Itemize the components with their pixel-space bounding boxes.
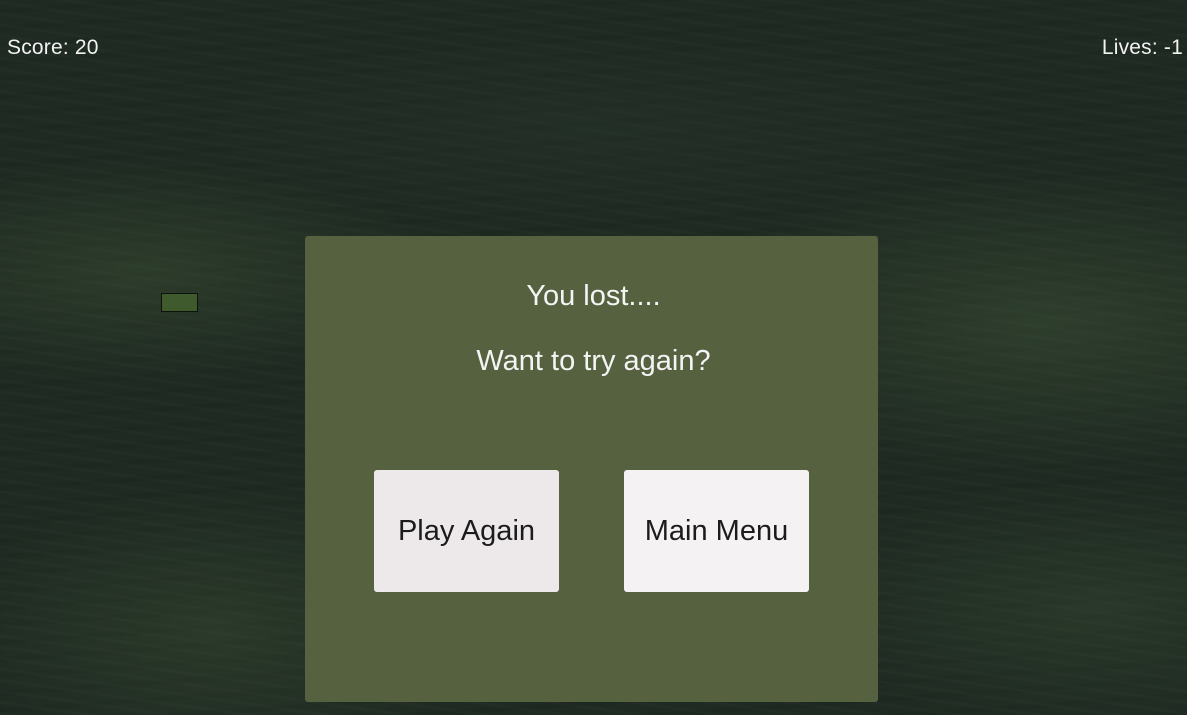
score-display: Score: 20 — [7, 36, 99, 59]
game-over-title: You lost.... — [526, 280, 661, 312]
main-menu-label: Main Menu — [644, 514, 789, 547]
play-again-button[interactable]: Play Again — [374, 470, 559, 592]
main-menu-button[interactable]: Main Menu — [624, 470, 809, 592]
play-again-label: Play Again — [397, 514, 536, 547]
game-screen: { "hud": { "score": "Score: 20", "lives"… — [0, 0, 1187, 715]
lives-display: Lives: -1 — [1101, 36, 1183, 59]
try-again-prompt: Want to try again? — [476, 345, 711, 377]
